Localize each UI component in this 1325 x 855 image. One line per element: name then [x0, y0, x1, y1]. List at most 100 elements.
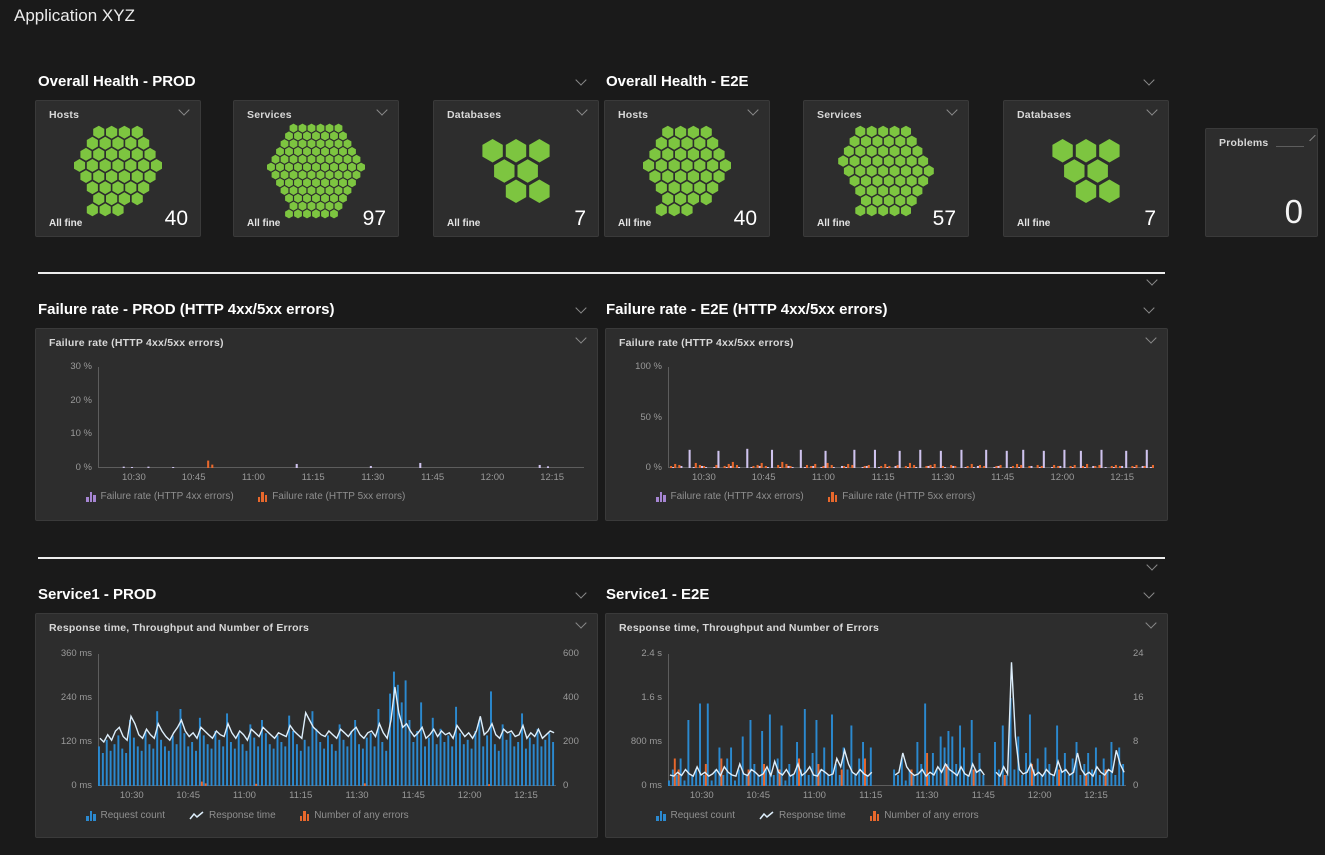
- x-axis-label: 10:45: [174, 473, 214, 483]
- tile-title: Hosts: [618, 109, 648, 121]
- entity-count: 57: [933, 208, 956, 229]
- x-axis-label: 11:15: [863, 473, 903, 483]
- x-axis-label: 12:00: [450, 791, 490, 801]
- y-axis-label: 0 ms: [610, 781, 662, 791]
- chart-legend: Failure rate (HTTP 4xx errors) Failure r…: [86, 491, 405, 502]
- chevron-down-icon[interactable]: [575, 302, 586, 313]
- chevron-down-icon[interactable]: [178, 104, 189, 115]
- legend-label: Number of any errors: [314, 810, 408, 821]
- health-tile-databases-e2e[interactable]: Databases All fine7: [1003, 100, 1169, 237]
- x-axis-label: 11:00: [233, 473, 273, 483]
- legend-label: Number of any errors: [884, 810, 978, 821]
- chart-tile-service-e2e[interactable]: Response time, Throughput and Number of …: [605, 613, 1168, 838]
- y-axis-label: 100 %: [610, 362, 662, 372]
- chart-tile-service-prod[interactable]: Response time, Throughput and Number of …: [35, 613, 598, 838]
- service-chart-prod: 360 ms240 ms120 ms0 ms600400200010:3010:…: [36, 614, 597, 837]
- chart-legend: Request count Response time Number of an…: [86, 810, 409, 821]
- chevron-down-icon[interactable]: [1143, 74, 1154, 85]
- y-axis-label: 0 ms: [40, 781, 92, 791]
- chevron-down-icon[interactable]: [575, 587, 586, 598]
- x-axis-label: 11:15: [281, 791, 321, 801]
- health-tile-services-e2e[interactable]: Services All fine57: [803, 100, 969, 237]
- tile-title: Services: [817, 109, 862, 121]
- x-axis-label: 11:45: [413, 473, 453, 483]
- chevron-down-icon[interactable]: [946, 104, 957, 115]
- honeycomb-chart: [804, 121, 968, 220]
- y-axis-label: 120 ms: [40, 737, 92, 747]
- health-tile-hosts-prod[interactable]: Hosts All fine 40: [35, 100, 201, 237]
- section-title: Service1 - E2E: [606, 586, 709, 603]
- bar-chart-icon: [86, 811, 96, 821]
- dashboard: Application XYZ Overall Health - PROD Ov…: [0, 0, 1325, 855]
- legend-item[interactable]: Number of any errors: [870, 810, 979, 821]
- chart-tile-failure-e2e[interactable]: Failure rate (HTTP 4xx/5xx errors) 100 %…: [605, 328, 1168, 521]
- legend-label: Failure rate (HTTP 4xx errors): [101, 491, 234, 502]
- x-axis-label: 11:30: [337, 791, 377, 801]
- service-chart-e2e: 2.4 s1.6 s800 ms0 ms24168010:3010:4511:0…: [606, 614, 1167, 837]
- x-axis-label: 12:15: [506, 791, 546, 801]
- tile-title: Hosts: [49, 109, 79, 121]
- health-tile-services-prod[interactable]: Services All fine97: [233, 100, 399, 237]
- line-chart-icon: [759, 811, 774, 821]
- x-axis-label: 11:00: [794, 791, 834, 801]
- y-axis-label: 30 %: [40, 362, 92, 372]
- tile-title: Databases: [447, 109, 501, 121]
- y-axis-label: 8: [1133, 737, 1165, 747]
- line-chart-icon: [189, 811, 204, 821]
- legend-item[interactable]: Failure rate (HTTP 4xx errors): [656, 491, 804, 502]
- filter-dash: [1276, 146, 1304, 147]
- section-title: Service1 - PROD: [38, 586, 156, 603]
- section-divider: [38, 272, 1165, 274]
- y-axis-label: 1.6 s: [610, 693, 662, 703]
- y-axis-label: 800 ms: [610, 737, 662, 747]
- x-axis-label: 10:30: [682, 791, 722, 801]
- chevron-down-icon[interactable]: [1146, 559, 1157, 570]
- legend-label: Response time: [209, 810, 276, 821]
- honeycomb-chart: [434, 121, 598, 220]
- chevron-down-icon[interactable]: [1310, 135, 1316, 141]
- legend-item[interactable]: Request count: [86, 810, 165, 821]
- chevron-down-icon[interactable]: [1146, 104, 1157, 115]
- bar-chart-icon: [656, 811, 666, 821]
- legend-item[interactable]: Failure rate (HTTP 5xx errors): [828, 491, 976, 502]
- legend-label: Failure rate (HTTP 5xx errors): [272, 491, 405, 502]
- legend-item[interactable]: Request count: [656, 810, 735, 821]
- chevron-down-icon[interactable]: [1146, 274, 1157, 285]
- y-axis-label: 240 ms: [40, 693, 92, 703]
- section-title: Failure rate - E2E (HTTP 4xx/5xx errors): [606, 301, 888, 318]
- problems-tile[interactable]: Problems 0: [1205, 128, 1318, 237]
- health-tile-databases-prod[interactable]: Databases All fine7: [433, 100, 599, 237]
- chevron-down-icon[interactable]: [376, 104, 387, 115]
- bar-chart-icon: [258, 492, 268, 502]
- legend-item[interactable]: Failure rate (HTTP 5xx errors): [258, 491, 406, 502]
- legend-item[interactable]: Response time: [189, 810, 276, 821]
- status-text: All fine: [49, 218, 82, 229]
- chart-tile-failure-prod[interactable]: Failure rate (HTTP 4xx/5xx errors) 30 %2…: [35, 328, 598, 521]
- y-axis-label: 10 %: [40, 429, 92, 439]
- x-axis-label: 11:45: [983, 473, 1023, 483]
- bar-chart-icon: [870, 811, 880, 821]
- legend-label: Request count: [671, 810, 736, 821]
- chevron-down-icon[interactable]: [1143, 302, 1154, 313]
- health-tile-hosts-e2e[interactable]: Hosts All fine40: [604, 100, 770, 237]
- entity-count: 7: [574, 208, 586, 229]
- tile-title: Problems: [1219, 137, 1268, 149]
- y-axis-label: 24: [1133, 649, 1165, 659]
- legend-item[interactable]: Failure rate (HTTP 4xx errors): [86, 491, 234, 502]
- entity-count: 97: [363, 208, 386, 229]
- chevron-down-icon[interactable]: [576, 104, 587, 115]
- chevron-down-icon[interactable]: [575, 74, 586, 85]
- chevron-down-icon[interactable]: [747, 104, 758, 115]
- y-axis-label: 0: [1133, 781, 1165, 791]
- x-axis-label: 11:15: [293, 473, 333, 483]
- legend-item[interactable]: Response time: [759, 810, 846, 821]
- x-axis-label: 12:15: [1076, 791, 1116, 801]
- legend-item[interactable]: Number of any errors: [300, 810, 409, 821]
- entity-count: 7: [1144, 208, 1156, 229]
- x-axis-label: 10:45: [738, 791, 778, 801]
- chevron-down-icon[interactable]: [1143, 587, 1154, 598]
- x-axis-label: 10:30: [114, 473, 154, 483]
- page-title: Application XYZ: [14, 6, 135, 26]
- chart-legend: Failure rate (HTTP 4xx errors) Failure r…: [656, 491, 975, 502]
- entity-count: 40: [165, 208, 188, 229]
